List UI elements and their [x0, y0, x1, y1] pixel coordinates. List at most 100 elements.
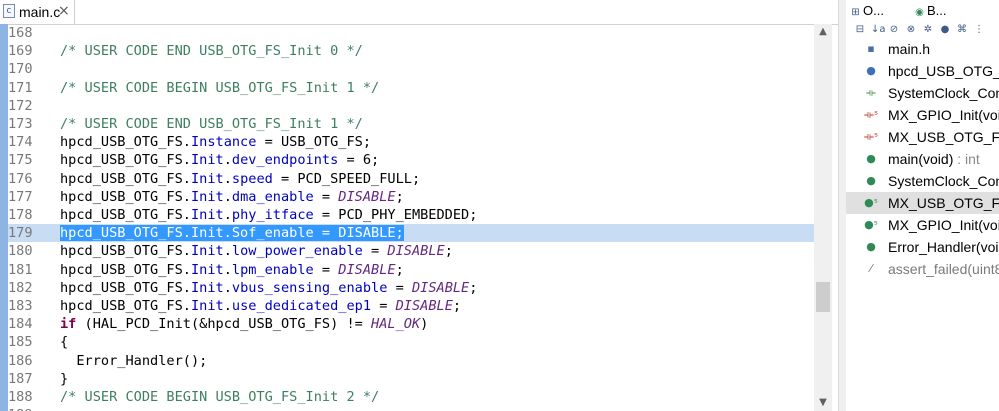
code-line[interactable]: 175 hpcd_USB_OTG_FS.Init.dev_endpoints = …: [8, 151, 814, 169]
code-token: .: [223, 243, 232, 260]
sort-icon[interactable]: ↓a: [871, 24, 886, 36]
view-divider[interactable]: [838, 0, 846, 411]
code-token: dev_endpoints: [231, 152, 339, 169]
collapse-all-icon[interactable]: ⊟: [854, 24, 866, 36]
outline-item[interactable]: ●ˢ MX_USB_OTG_FS_P: [846, 192, 999, 214]
code-line[interactable]: 178 hpcd_USB_OTG_FS.Init.phy_itface = PCD…: [8, 206, 814, 224]
code-token: DISABLE: [387, 243, 445, 260]
line-number: 171: [8, 79, 33, 96]
code-token: ;: [395, 188, 404, 205]
line-number: 186: [8, 352, 33, 369]
line-number: 172: [8, 97, 33, 114]
outline-item[interactable]: ⟛ˢ MX_GPIO_Init(void: [846, 104, 999, 126]
function-icon: ●: [866, 240, 876, 253]
code-line[interactable]: 172: [8, 97, 814, 115]
outline-item-name: SystemClock_Conf: [888, 173, 999, 189]
code-line[interactable]: 185 {: [8, 333, 814, 351]
group-includes-icon[interactable]: ⌘: [956, 24, 968, 36]
code-line[interactable]: 173 /* USER CODE END USB_OTG_FS_Init 1 */: [8, 115, 814, 133]
outline-item[interactable]: ● hpcd_USB_OTG_FS: [846, 60, 999, 82]
c-source-file-icon: c: [3, 4, 15, 18]
outline-item[interactable]: ● Error_Handler(voic: [846, 236, 999, 258]
outline-item[interactable]: ● SystemClock_Conf: [846, 170, 999, 192]
code-token: .: [223, 188, 232, 205]
outline-item-label: main.h: [888, 41, 930, 57]
hide-macros-icon[interactable]: ●: [939, 24, 951, 36]
code-line-text: hpcd_USB_OTG_FS.Instance = USB_OTG_FS;: [60, 133, 371, 151]
code-token: Init: [190, 170, 224, 187]
code-line[interactable]: 186 Error_Handler();: [8, 352, 814, 370]
line-number: 179: [8, 225, 33, 242]
function-icon: ●: [866, 152, 876, 165]
code-line-text: /* USER CODE BEGIN USB_OTG_FS_Init 2 */: [60, 388, 379, 406]
editor-vertical-scrollbar[interactable]: ▲ ▼: [814, 24, 832, 411]
outline-item[interactable]: ⟛ SystemClock_Conf: [846, 82, 999, 104]
outline-item-type: : int: [953, 151, 980, 167]
code-token: .: [223, 170, 232, 187]
code-line[interactable]: 183 hpcd_USB_OTG_FS.Init.use_dedicated_ep…: [8, 297, 814, 315]
tab-outline[interactable]: ⊞ O...: [850, 3, 884, 18]
code-token: }: [60, 370, 69, 387]
hide-non-public-icon[interactable]: ✲: [922, 24, 934, 36]
code-token: Init: [190, 243, 224, 260]
code-token: .: [223, 279, 232, 296]
code-token: ;: [452, 298, 462, 314]
outline-item-label: main(void) : int: [888, 151, 980, 167]
outline-item-name: MX_GPIO_Init(void: [888, 107, 999, 123]
editor-tab-label: main.c: [19, 4, 61, 20]
outline-item[interactable]: ⟛ˢ MX_USB_OTG_FS_P: [846, 126, 999, 148]
function-icon: ●: [866, 174, 876, 187]
code-token: hpcd_USB_OTG_FS.: [60, 243, 191, 260]
outline-item[interactable]: ● main(void) : int: [846, 148, 999, 170]
code-token: DISABLE: [395, 298, 453, 314]
code-token: =: [313, 188, 339, 205]
outline-view: ⊞ O... ◉ B... ⊟ ↓a ⊘ ⊗ ✲ ● ⌘ ⋮ ▪ main.h ● hpcd_USB_O…: [846, 0, 999, 411]
include-icon: ▪: [867, 42, 875, 55]
code-line[interactable]: 169 /* USER CODE END USB_OTG_FS_Init 0 */: [8, 42, 814, 60]
code-line-text: /* USER CODE END USB_OTG_FS_Init 1 */: [60, 115, 363, 133]
code-line[interactable]: 168: [8, 24, 814, 42]
code-token: ;: [469, 279, 478, 296]
view-menu-icon[interactable]: ⋮: [973, 24, 985, 36]
hide-static-icon[interactable]: ⊗: [905, 24, 917, 36]
function-declaration-icon: ⟛: [866, 86, 876, 99]
line-number: 182: [8, 279, 33, 296]
code-token: .: [223, 207, 232, 223]
code-line[interactable]: 170: [8, 60, 814, 78]
scrollbar-thumb[interactable]: [816, 282, 830, 312]
tab-outline-label: O...: [863, 3, 884, 18]
code-area[interactable]: 168 169 /* USER CODE END USB_OTG_FS_Init 0…: [8, 24, 814, 411]
code-line[interactable]: 171 /* USER CODE BEGIN USB_OTG_FS_Init 1 …: [8, 79, 814, 97]
outline-item[interactable]: ▪ main.h: [846, 38, 999, 60]
code-line[interactable]: 184 if (HAL_PCD_Init(&hpcd_USB_OTG_FS) !=…: [8, 315, 814, 333]
code-line-text: hpcd_USB_OTG_FS.Init.vbus_sensing_enable…: [60, 279, 477, 297]
editor-tab-main-c[interactable]: c main.c ×: [0, 0, 75, 24]
line-number: 175: [8, 152, 33, 169]
outline-item[interactable]: ●ˢ MX_GPIO_Init(voic: [846, 214, 999, 236]
code-token: Error_Handler();: [60, 352, 208, 369]
code-line[interactable]: 181 hpcd_USB_OTG_FS.Init.lpm_enable = DIS…: [8, 261, 814, 279]
code-line[interactable]: 182 hpcd_USB_OTG_FS.Init.vbus_sensing_ena…: [8, 279, 814, 297]
code-token: = PCD_PHY_EMBEDDED;: [313, 207, 478, 223]
code-line[interactable]: 174 hpcd_USB_OTG_FS.Instance = USB_OTG_FS…: [8, 133, 814, 151]
outline-view-tabs: ⊞ O... ◉ B...: [846, 0, 999, 22]
code-line[interactable]: 176 hpcd_USB_OTG_FS.Init.speed = PCD_SPEE…: [8, 170, 814, 188]
code-line[interactable]: 187}: [8, 370, 814, 388]
outline-item[interactable]: ⁄ assert_failed(uint8_: [846, 258, 999, 280]
close-icon[interactable]: ×: [58, 3, 70, 19]
code-line-text: hpcd_USB_OTG_FS.Init.speed = PCD_SPEED_F…: [60, 170, 420, 188]
code-line[interactable]: 177 hpcd_USB_OTG_FS.Init.dma_enable = DIS…: [8, 188, 814, 206]
code-token: hpcd_USB_OTG_FS.: [60, 261, 191, 278]
code-line[interactable]: 180 hpcd_USB_OTG_FS.Init.low_power_enable…: [8, 242, 814, 260]
scroll-down-arrow-icon[interactable]: ▼: [814, 395, 832, 411]
tab-build-targets[interactable]: ◉ B...: [914, 3, 946, 18]
code-line[interactable]: 179 hpcd_USB_OTG_FS.Init.Sof_enable = DIS…: [8, 224, 814, 243]
line-number: 189: [8, 406, 38, 411]
code-line[interactable]: 189: [8, 406, 814, 411]
code-token: DISABLE: [411, 279, 470, 296]
scroll-up-arrow-icon[interactable]: ▲: [814, 24, 832, 40]
line-number: 178: [8, 207, 33, 223]
hide-fields-icon[interactable]: ⊘: [888, 24, 900, 36]
code-line[interactable]: 188 /* USER CODE BEGIN USB_OTG_FS_Init 2 …: [8, 388, 814, 406]
outline-item-label: MX_USB_OTG_FS_P: [888, 129, 999, 145]
